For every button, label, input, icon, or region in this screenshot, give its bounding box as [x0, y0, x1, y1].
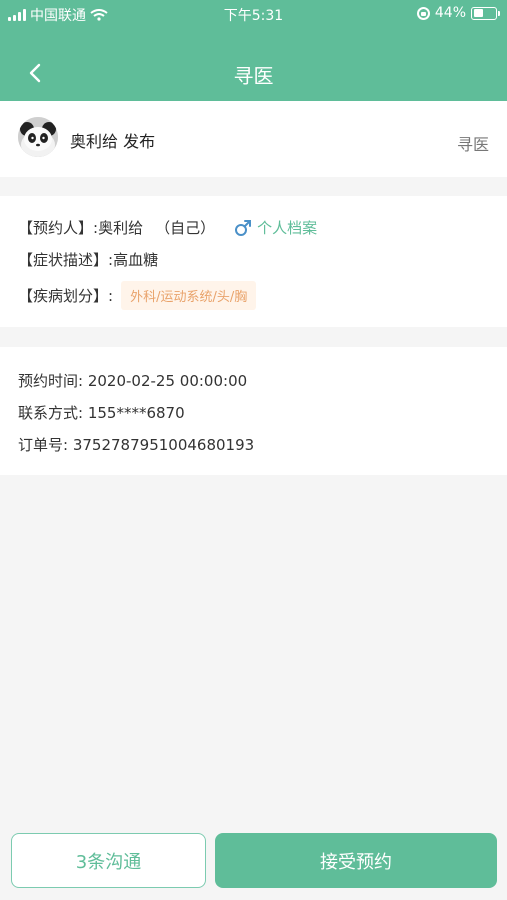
- contact-row: 联系方式: 155****6870: [18, 402, 185, 423]
- booker-name: 奥利给: [98, 219, 144, 237]
- status-bar: 中国联通 下午5:31 44%: [0, 0, 507, 28]
- category-tag: 外科/运动系统/头/胸: [121, 281, 257, 310]
- battery-percent: 44%: [434, 5, 466, 21]
- page-title: 寻医: [233, 64, 274, 88]
- category-label: 【疾病划分】:: [18, 287, 114, 305]
- contact-label: 联系方式:: [18, 404, 84, 422]
- symptom-label: 【症状描述】:: [18, 251, 114, 269]
- post-type-label: 寻医: [456, 135, 489, 154]
- order-number-label: 订单号:: [18, 436, 69, 454]
- avatar[interactable]: [18, 117, 58, 157]
- male-icon: [233, 218, 253, 238]
- booker-row: 【预约人】: 奥利给 （自己） 个人档案: [18, 217, 317, 238]
- personal-profile-link[interactable]: 个人档案: [257, 217, 317, 238]
- appointment-time-value: 2020-02-25 00:00:00: [87, 372, 248, 390]
- appointment-time-row: 预约时间: 2020-02-25 00:00:00: [18, 370, 247, 391]
- accept-appointment-button[interactable]: 接受预约: [215, 833, 497, 888]
- contact-value: 155****6870: [87, 404, 185, 422]
- appointment-time-label: 预约时间:: [18, 372, 84, 390]
- battery-icon: [471, 6, 500, 20]
- self-tag: （自己）: [155, 219, 216, 237]
- symptom-value: 高血糖: [113, 251, 159, 269]
- panda-avatar-icon: [18, 117, 58, 157]
- symptom-row: 【症状描述】: 高血糖: [18, 249, 158, 270]
- chat-button[interactable]: 3条沟通: [11, 833, 206, 888]
- poster-name: 奥利给 发布: [70, 132, 156, 151]
- status-right: 44%: [416, 5, 500, 21]
- category-row: 【疾病划分】: 外科/运动系统/头/胸: [18, 281, 257, 310]
- order-number-row: 订单号: 3752787951004680193: [18, 434, 254, 455]
- rotation-lock-icon: [416, 6, 430, 20]
- order-number-value: 3752787951004680193: [72, 436, 255, 454]
- booker-label: 【预约人】:: [18, 219, 99, 237]
